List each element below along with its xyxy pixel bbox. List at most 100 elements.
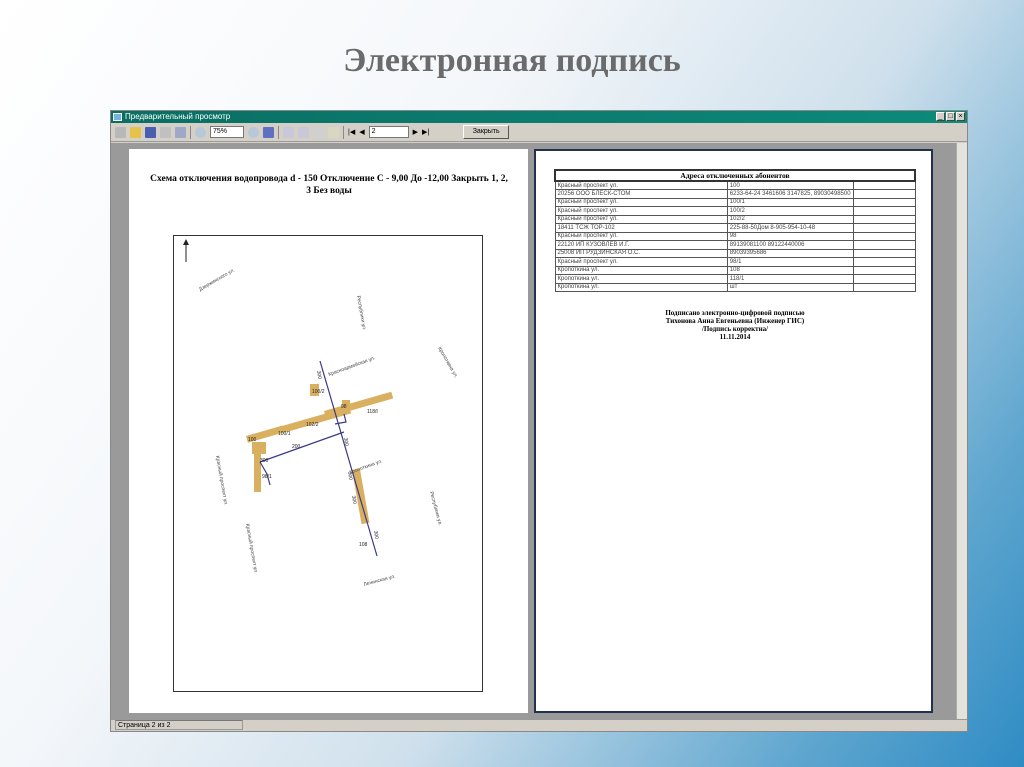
table-cell <box>852 206 916 216</box>
table-row: Кропоткина ул. шт <box>554 282 916 292</box>
table-cell: 98/1 <box>726 257 854 267</box>
next-page-icon[interactable]: ▶ <box>413 128 418 136</box>
multi-page-icon[interactable] <box>313 126 324 138</box>
table-cell <box>852 231 916 241</box>
signature-status: /Подпись корректна/ <box>701 325 769 333</box>
zoom-in-icon[interactable] <box>195 126 206 138</box>
table-cell: Кропоткина ул. <box>554 274 728 284</box>
street-label: Красноармейская ул. <box>327 354 376 377</box>
table-row: Кропоткина ул. 118/1 <box>554 274 916 284</box>
minimize-button[interactable]: _ <box>936 112 945 121</box>
table-cell <box>852 265 916 275</box>
table-cell: Красный проспект ул. <box>554 214 728 224</box>
table-cell <box>852 274 916 284</box>
table-cell <box>852 180 916 190</box>
street-label: Дзержинского ул. <box>198 267 236 292</box>
separator <box>190 125 191 139</box>
street-label: Ленинская ул. <box>363 574 396 588</box>
first-page-icon[interactable]: |◀ <box>348 128 355 136</box>
prev-page-icon[interactable]: ◀ <box>359 128 364 136</box>
table-cell: Красный проспект ул. <box>554 257 728 267</box>
table-row: 22120 ИП КУЗОВЛЕВ И.Г. 89139081100 891224… <box>554 240 916 250</box>
preview-window: Предварительный просмотр _ □ × 75% |◀ ◀ … <box>110 110 968 732</box>
close-window-button[interactable]: × <box>956 112 965 121</box>
table-cell: 100 <box>726 180 854 190</box>
table-cell <box>852 197 916 207</box>
page-2: Адреса отключенных абонентов Красный про… <box>534 149 933 713</box>
pipe-label: 300 <box>350 495 357 504</box>
find-icon[interactable] <box>175 126 186 138</box>
table-cell: Красный проспект ул. <box>554 231 728 241</box>
print-icon[interactable] <box>115 126 126 138</box>
table-cell <box>852 282 916 292</box>
maximize-button[interactable]: □ <box>946 112 955 121</box>
signature-line: Подписано электронно-цифровой подписью <box>665 309 805 317</box>
signature-date: 11.11.2014 <box>719 333 751 341</box>
pipe-label: 300 <box>260 458 269 464</box>
pipe-highlights <box>246 384 394 525</box>
page-number-input[interactable]: 2 <box>368 126 409 138</box>
table-row: Красный проспект ул. 100 <box>554 180 916 190</box>
fit-page-icon[interactable] <box>263 126 274 138</box>
table-header: Адреса отключенных абонентов <box>554 169 916 182</box>
window-title: Предварительный просмотр <box>125 112 231 121</box>
vertical-scrollbar[interactable] <box>956 143 967 720</box>
street-label: Кропоткина ул. <box>349 458 384 476</box>
pipe-label: 100/2 <box>312 389 325 395</box>
zoom-out-icon[interactable] <box>248 126 259 138</box>
export-icon[interactable] <box>160 126 171 138</box>
table-cell: Красный проспект ул. <box>554 197 728 207</box>
map-frame: Дзержинского ул. Республики ул. Кропотки… <box>173 235 483 692</box>
table-cell: 25008 ИП РУДЗИНСКАЯ О.С. <box>554 248 728 258</box>
table-cell: 89139081100 89122440006 <box>726 240 854 250</box>
table-cell: Красный проспект ул. <box>554 180 728 190</box>
pipe-label: 98/1 <box>262 474 272 480</box>
table-cell: 102/2 <box>726 214 854 224</box>
close-button[interactable]: Закрыть <box>463 125 510 139</box>
single-page-icon[interactable] <box>283 126 294 138</box>
signer-name: Тихонова Анна Евгеньевна (Инженер ГИС) <box>665 317 805 325</box>
table-row: Красный проспект ул. 100/1 <box>554 197 916 207</box>
preview-area: Схема отключения водопровода d - 150 Отк… <box>111 143 957 720</box>
map-title: Схема отключения водопровода d - 150 Отк… <box>150 174 508 196</box>
status-bar: Страница 2 из 2 <box>111 719 967 731</box>
table-cell: шт <box>726 282 854 292</box>
north-arrow-head <box>183 239 189 245</box>
table-row: 20256 ООО БЛЕСК-СТОМ 6233-64-24 3461606 3… <box>554 189 916 199</box>
pipe-label: 102/2 <box>306 422 319 428</box>
title-bar: Предварительный просмотр _ □ × <box>111 111 967 123</box>
pipe-label: 200 <box>292 444 301 450</box>
page-setup-icon[interactable] <box>328 126 339 138</box>
table-cell: 225-88-50Дом 8-905-954-10-48 <box>726 223 854 233</box>
zoom-select[interactable]: 75% <box>210 126 244 138</box>
last-page-icon[interactable]: ▶| <box>422 128 429 136</box>
water-network-map: Дзержинского ул. Республики ул. Кропотки… <box>183 239 459 588</box>
table-cell: Кропоткина ул. <box>554 282 728 292</box>
street-label: Республики ул. <box>355 295 367 331</box>
app-icon <box>113 113 122 121</box>
two-pages-icon[interactable] <box>298 126 309 138</box>
table-cell: Кропоткина ул. <box>554 265 728 275</box>
open-icon[interactable] <box>130 126 141 138</box>
table-row: Красный проспект ул. 102/2 <box>554 214 916 224</box>
table-cell: 18411 ТСЖ ТОР-102 <box>554 223 728 233</box>
table-cell: 22120 ИП КУЗОВЛЕВ И.Г. <box>554 240 728 250</box>
slide-title: Электронная подпись <box>343 42 681 79</box>
pipe-label: 100 <box>248 437 257 443</box>
toolbar: 75% |◀ ◀ 2 ▶ ▶| Закрыть <box>111 123 967 142</box>
pipe-label: 300 <box>372 530 379 539</box>
table-row: Кропоткина ул. 108 <box>554 265 916 275</box>
table-row: 18411 ТСЖ ТОР-102 225-88-50Дом 8-905-954-… <box>554 223 916 233</box>
street-label: Красный проспект ул. <box>214 455 230 506</box>
pipe-label: 300 <box>346 471 353 480</box>
street-label: Красный проспект ул. <box>244 523 260 574</box>
save-icon[interactable] <box>145 126 156 138</box>
pipe-label: 108 <box>359 542 368 548</box>
page-1: Схема отключения водопровода d - 150 Отк… <box>129 149 528 713</box>
table-cell <box>852 248 916 258</box>
page-status: Страница 2 из 2 <box>115 720 243 730</box>
table-cell: 89039395686 <box>726 248 854 258</box>
subscribers-table: Адреса отключенных абонентов Красный про… <box>554 169 916 292</box>
table-cell: 100/2 <box>726 206 854 216</box>
street-labels: Дзержинского ул. Республики ул. Кропотки… <box>198 267 459 588</box>
